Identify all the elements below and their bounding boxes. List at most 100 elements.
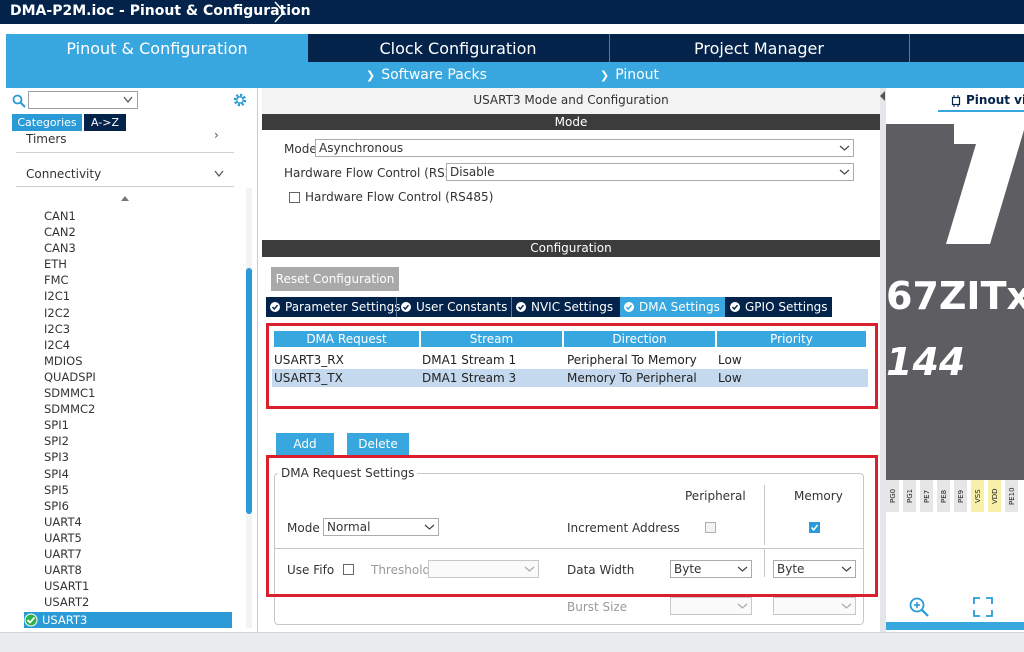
peripheral-item-uart7[interactable]: UART7 [44,546,234,562]
peripheral-item-uart4[interactable]: UART4 [44,514,234,530]
peripheral-item-sdmmc2[interactable]: SDMMC2 [44,401,234,417]
mode-label: Mode [284,142,317,156]
peripheral-burst-select[interactable] [670,597,752,615]
pin[interactable]: PG1 [903,480,917,512]
tab-gpio-settings[interactable]: GPIO Settings [726,297,832,317]
hw-flow-rs485-label: Hardware Flow Control (RS485) [305,190,494,204]
pin[interactable]: PE9 [954,480,968,512]
check-circle-icon [270,301,280,312]
chevron-down-icon [737,603,748,609]
tab-pinout[interactable]: ❯ Pinout [600,62,659,88]
chevron-down-icon[interactable] [214,170,224,178]
pin[interactable]: PE10 [1005,480,1019,512]
scrollbar-thumb[interactable] [246,268,252,514]
reset-configuration-button[interactable]: Reset Configuration [271,267,399,291]
st-logo [946,124,1024,244]
collapse-arrow-icon[interactable] [879,90,886,102]
peripheral-item-i2c2[interactable]: I2C2 [44,305,234,321]
scrollbar-horizontal[interactable] [886,622,1024,630]
tab-label: User Constants [416,300,508,314]
pin[interactable]: VSS [971,480,985,512]
mode-select[interactable]: Asynchronous [315,139,854,157]
configuration-section: Reset Configuration Parameter Settings U… [262,257,880,632]
hw-flow-rs232-value: Disable [450,165,495,179]
peripheral-item-can1[interactable]: CAN1 [44,208,234,224]
category-connectivity[interactable]: Connectivity [26,167,101,181]
configuration-section-header: Configuration [262,240,880,257]
chevron-down-icon: ❯ [366,69,376,82]
sort-icon[interactable] [120,194,130,204]
peripheral-list: CAN1 CAN2 CAN3 ETH FMC I2C1 I2C2 I2C3 I2C4 MDIOS Q… [44,208,234,610]
peripheral-item-spi6[interactable]: SPI6 [44,498,234,514]
peripheral-item-spi4[interactable]: SPI4 [44,466,234,482]
configuration-tab-bar: Parameter Settings User Constants NVIC S… [266,297,832,317]
peripheral-item-i2c3[interactable]: I2C3 [44,321,234,337]
pin[interactable]: PE8 [937,480,951,512]
zoom-in-icon[interactable] [908,596,930,618]
add-button[interactable]: Add [276,433,334,455]
mode-section: Mode Asynchronous Hardware Flow Control … [262,130,880,244]
tab-dma-settings[interactable]: DMA Settings [620,297,725,317]
search-input[interactable] [28,91,138,109]
active-tab-indicator [938,110,1024,112]
peripheral-item-i2c4[interactable]: I2C4 [44,337,234,353]
tab-clock-configuration[interactable]: Clock Configuration [308,34,608,62]
peripheral-item-usart2[interactable]: USART2 [44,594,234,610]
tab-pinout-view[interactable]: Pinout view [966,93,1024,107]
categories-button[interactable]: Categories [12,114,82,131]
fit-to-window-icon[interactable] [972,596,994,618]
tab-user-constants[interactable]: User Constants [397,297,510,317]
chevron-down-icon: ❯ [600,69,610,82]
peripheral-item-quadspi[interactable]: QUADSPI [44,369,234,385]
pinout-view-panel: Pinout view 67ZITx 144 PG0 PG1 PE7 PE8 P… [886,88,1024,632]
tab-project-manager[interactable]: Project Manager [609,34,909,62]
peripheral-item-mdios[interactable]: MDIOS [44,353,234,369]
category-timers[interactable]: Timers [26,132,67,146]
tab-software-packs[interactable]: ❯ Software Packs [366,62,487,88]
peripheral-item-sdmmc1[interactable]: SDMMC1 [44,385,234,401]
check-circle-icon [24,613,38,626]
peripheral-item-eth[interactable]: ETH [44,256,234,272]
pin[interactable]: PG0 [886,480,900,512]
peripheral-item-spi2[interactable]: SPI2 [44,433,234,449]
tab-pinout-configuration[interactable]: Pinout & Configuration [6,34,308,62]
hw-flow-rs232-select[interactable]: Disable [446,163,854,181]
peripheral-tree-panel: Categories A->Z Timers › Connectivity CA… [6,88,258,632]
chevron-down-icon[interactable] [123,96,133,104]
tab-label: Parameter Settings [285,300,401,314]
chip-part-number: 67ZITx [886,274,1024,318]
search-icon[interactable] [12,94,26,108]
peripheral-item-uart8[interactable]: UART8 [44,562,234,578]
sub-tab-bar: ❯ Software Packs ❯ Pinout [6,62,1024,88]
mode-select-value: Asynchronous [319,141,404,155]
mode-configuration-panel: USART3 Mode and Configuration Mode Mode … [262,88,880,632]
peripheral-item-usart1[interactable]: USART1 [44,578,234,594]
gear-icon[interactable] [232,92,248,108]
peripheral-item-fmc[interactable]: FMC [44,272,234,288]
peripheral-item-can2[interactable]: CAN2 [44,224,234,240]
peripheral-item-usart3[interactable]: USART3 [24,612,232,628]
chevron-right-icon[interactable]: › [214,128,219,142]
breadcrumb-chevron-icon [274,1,286,23]
tab-nvic-settings[interactable]: NVIC Settings [512,297,619,317]
mcu-chip[interactable]: 67ZITx 144 [886,124,1024,480]
peripheral-item-uart5[interactable]: UART5 [44,530,234,546]
peripheral-item-can3[interactable]: CAN3 [44,240,234,256]
a-to-z-button[interactable]: A->Z [84,114,126,131]
peripheral-item-spi5[interactable]: SPI5 [44,482,234,498]
memory-burst-select[interactable] [773,597,856,615]
chevron-down-icon [839,145,850,151]
hw-flow-rs485-checkbox[interactable] [289,192,300,203]
tab-label: NVIC Settings [531,300,614,314]
pin[interactable]: PE7 [920,480,934,512]
chevron-down-icon [839,169,850,175]
mode-section-header: Mode [262,114,880,130]
chip-icon [951,95,961,107]
peripheral-item-spi1[interactable]: SPI1 [44,417,234,433]
delete-button[interactable]: Delete [347,433,409,455]
tab-parameter-settings[interactable]: Parameter Settings [266,297,400,317]
pin-row: PG0 PG1 PE7 PE8 PE9 VSS VDD PE10 [886,480,1024,512]
pin[interactable]: VDD [988,480,1002,512]
peripheral-item-i2c1[interactable]: I2C1 [44,288,234,304]
peripheral-item-spi3[interactable]: SPI3 [44,449,234,465]
